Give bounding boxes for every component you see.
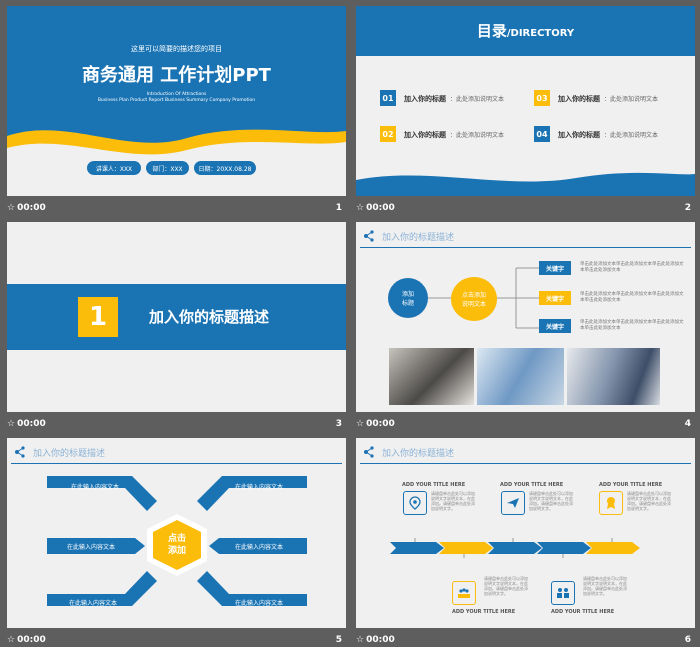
item-title: ADD YOUR TITLE HERE xyxy=(452,609,516,615)
arrow-text: 在此输入内容文本 xyxy=(71,484,120,491)
transition-icon: ☆ xyxy=(356,203,365,213)
center-text: 点击 添加 xyxy=(167,534,186,556)
english-line-1: Introduction Of Attractions xyxy=(146,92,207,97)
slide-title: 商务通用 工作计划PPT xyxy=(82,65,271,86)
section-number: 1 xyxy=(78,297,118,337)
header-title: 加入你的标题描述 xyxy=(382,233,455,243)
subtitle-small: 这里可以简要的描述您的项目 xyxy=(131,45,222,53)
photo-meeting xyxy=(567,348,660,405)
thumbnail-3[interactable]: 1 加入你的标题描述 ☆ 00:00 3 xyxy=(7,222,346,436)
item-title: ADD YOUR TITLE HERE xyxy=(551,609,615,615)
share-icon xyxy=(364,230,374,242)
transition-icon: ☆ xyxy=(7,635,16,645)
toc-number: 02 xyxy=(380,126,396,142)
slide-2-preview[interactable]: 目录/DIRECTORY 01 加入你的标题 ：此处添加说明文本 03 加入你的标… xyxy=(356,6,695,196)
transition-icon: ☆ xyxy=(356,635,365,645)
slide-number: 1 xyxy=(335,203,342,213)
slide-footer: ☆ 00:00 5 xyxy=(7,628,346,647)
description-circle: 点击添加 说明文本 xyxy=(451,277,497,321)
transition-icon: ☆ xyxy=(7,203,16,213)
item-body: 请键盘单击此处可以添加说明文字说明文本，在此添加。请键盘单击此处添加说明文字。 xyxy=(583,576,627,596)
keyword-text: 单击此处添加文本单击此处添加文本单击此处添加文本单击此处添加文本 xyxy=(580,262,684,273)
keyword-text: 单击此处添加文本单击此处添加文本单击此处添加文本单击此处添加文本 xyxy=(580,320,684,331)
item-body: 请键盘单击此处可以添加说明文字说明文本，在此添加。请键盘单击此处添加说明文字。 xyxy=(484,576,528,596)
presentation-icon xyxy=(452,581,476,605)
keyword-label: 关键字 xyxy=(539,291,571,305)
slide-header: 加入你的标题描述 xyxy=(356,222,695,248)
thumbnail-6[interactable]: 加入你的标题描述 ADD YOUR TITLE HERE 请键盘单击此处可以添加… xyxy=(356,438,695,647)
slide-footer: ☆ 00:00 1 xyxy=(7,196,346,220)
arrow-text: 在此输入内容文本 xyxy=(67,544,116,551)
slide-time: 00:00 xyxy=(366,635,395,645)
slide-5-preview[interactable]: 加入你的标题描述 在此输入内容文本 在此输入内容文本 在此输入内容文本 在此输入… xyxy=(7,438,346,628)
photo-handshake xyxy=(389,348,474,405)
wave-decoration xyxy=(356,172,695,196)
slide-number: 2 xyxy=(684,203,691,213)
english-line-2: Business Plan Product Report Business Su… xyxy=(97,98,256,103)
toc-item: 加入你的标题 ：此处添加说明文本 xyxy=(404,131,505,139)
title-circle: 添加 标题 xyxy=(388,278,428,318)
photo-teamwork xyxy=(477,348,564,405)
share-icon xyxy=(364,446,374,458)
keyword-text: 单击此处添加文本单击此处添加文本单击此处添加文本单击此处添加文本 xyxy=(580,292,684,303)
slide-footer: ☆ 00:00 2 xyxy=(356,196,695,220)
item-title: ADD YOUR TITLE HERE xyxy=(599,482,663,488)
item-body: 请键盘单击此处可以添加说明文字说明文本，在此添加。请键盘单击此处添加说明文字。 xyxy=(431,491,475,511)
slide-4-preview[interactable]: 加入你的标题描述 添加 标题 点击添加 说明文本 关键字 单击此处添加文本单击此… xyxy=(356,222,695,412)
presenter-pill: 讲课人：XXX xyxy=(87,161,141,175)
slide-header: 加入你的标题描述 xyxy=(356,438,695,464)
slide-number: 5 xyxy=(335,635,342,645)
paper-plane-icon xyxy=(501,491,525,515)
slide-time: 00:00 xyxy=(17,203,46,213)
toc-item: 加入你的标题 ：此处添加说明文本 xyxy=(404,95,505,103)
toc-item: 加入你的标题 ：此处添加说明文本 xyxy=(558,95,659,103)
department-pill: 部门：XXX xyxy=(146,161,189,175)
team-icon xyxy=(551,581,575,605)
slide-number: 4 xyxy=(684,419,691,429)
arrow-text: 在此输入内容文本 xyxy=(235,484,284,491)
slide-3-preview[interactable]: 1 加入你的标题描述 xyxy=(7,222,346,412)
slide-time: 00:00 xyxy=(366,419,395,429)
slide-time: 00:00 xyxy=(17,635,46,645)
transition-icon: ☆ xyxy=(356,419,365,429)
toc-item: 加入你的标题 ：此处添加说明文本 xyxy=(558,131,659,139)
item-title: ADD YOUR TITLE HERE xyxy=(500,482,564,488)
slide-footer: ☆ 00:00 4 xyxy=(356,412,695,436)
toc-number: 01 xyxy=(380,90,396,106)
slide-footer: ☆ 00:00 3 xyxy=(7,412,346,436)
header-title: 加入你的标题描述 xyxy=(33,449,106,459)
thumbnail-4[interactable]: 加入你的标题描述 添加 标题 点击添加 说明文本 关键字 单击此处添加文本单击此… xyxy=(356,222,695,436)
thumbnail-2[interactable]: 目录/DIRECTORY 01 加入你的标题 ：此处添加说明文本 03 加入你的标… xyxy=(356,6,695,220)
slide-number: 6 xyxy=(684,635,691,645)
slide-time: 00:00 xyxy=(366,203,395,213)
slide-footer: ☆ 00:00 6 xyxy=(356,628,695,647)
slide-1-preview[interactable]: 这里可以简要的描述您的项目 商务通用 工作计划PPT Introduction … xyxy=(7,6,346,196)
toc-number: 03 xyxy=(534,90,550,106)
slide-header: 加入你的标题描述 xyxy=(7,438,346,464)
slide-number: 3 xyxy=(335,419,342,429)
keyword-label: 关键字 xyxy=(539,319,571,333)
thumbnail-1[interactable]: 这里可以简要的描述您的项目 商务通用 工作计划PPT Introduction … xyxy=(7,6,346,220)
location-icon xyxy=(403,491,427,515)
item-title: ADD YOUR TITLE HERE xyxy=(402,482,466,488)
arrow-text: 在此输入内容文本 xyxy=(235,600,284,607)
item-body: 请键盘单击此处可以添加说明文字说明文本，在此添加。请键盘单击此处添加说明文字。 xyxy=(627,491,671,511)
date-pill: 日期：20XX.08.28 xyxy=(194,161,256,175)
award-icon xyxy=(599,491,623,515)
section-title: 加入你的标题描述 xyxy=(149,308,270,326)
thumbnail-5[interactable]: 加入你的标题描述 在此输入内容文本 在此输入内容文本 在此输入内容文本 在此输入… xyxy=(7,438,346,647)
toc-number: 04 xyxy=(534,126,550,142)
header-title: 加入你的标题描述 xyxy=(382,449,455,459)
timeline xyxy=(390,538,640,558)
keyword-label: 关键字 xyxy=(539,261,571,275)
slide-time: 00:00 xyxy=(17,419,46,429)
wave-decoration xyxy=(7,129,346,196)
slide-6-preview[interactable]: 加入你的标题描述 ADD YOUR TITLE HERE 请键盘单击此处可以添加… xyxy=(356,438,695,628)
transition-icon: ☆ xyxy=(7,419,16,429)
toc-title: 目录/DIRECTORY xyxy=(476,22,575,40)
share-icon xyxy=(15,446,25,458)
item-body: 请键盘单击此处可以添加说明文字说明文本，在此添加。请键盘单击此处添加说明文字。 xyxy=(529,491,573,511)
arrow-text: 在此输入内容文本 xyxy=(69,600,118,607)
arrow-text: 在此输入内容文本 xyxy=(235,544,284,551)
